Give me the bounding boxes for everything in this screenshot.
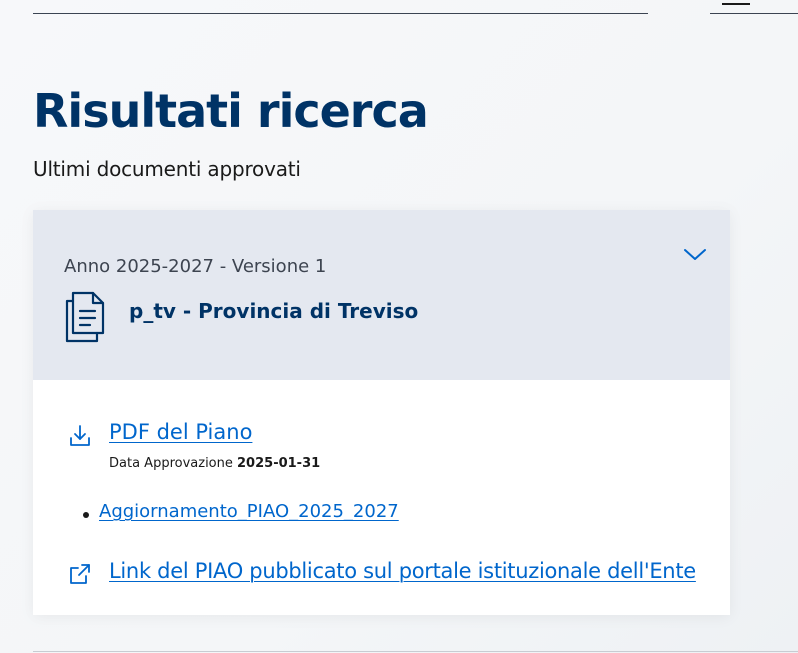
page-title: Risultati ricerca	[33, 84, 429, 138]
result-meta: Anno 2025-2027 - Versione 1	[64, 256, 327, 277]
top-divider-left	[33, 13, 648, 14]
approval-date: 2025-01-31	[237, 456, 321, 471]
attachment-link[interactable]: Aggiornamento_PIAO_2025_2027	[99, 501, 399, 522]
page-subtitle: Ultimi documenti approvati	[33, 157, 301, 181]
bottom-divider	[33, 651, 798, 652]
approval-info: Data Approvazione 2025-01-31	[109, 456, 320, 471]
result-card: Anno 2025-2027 - Versione 1 p_tv - Provi…	[33, 210, 730, 615]
chevron-down-icon[interactable]	[683, 246, 707, 262]
top-divider-right	[710, 13, 798, 14]
download-icon	[70, 425, 90, 446]
external-link[interactable]: Link del PIAO pubblicato sul portale ist…	[109, 559, 696, 583]
top-element-edge	[722, 0, 750, 5]
result-card-header[interactable]: Anno 2025-2027 - Versione 1 p_tv - Provi…	[33, 210, 730, 380]
list-bullet	[83, 512, 89, 518]
document-icon	[65, 291, 105, 343]
external-link-icon	[70, 564, 90, 584]
approval-label: Data Approvazione	[109, 456, 233, 471]
result-title: p_tv - Provincia di Treviso	[129, 299, 419, 323]
pdf-link[interactable]: PDF del Piano	[109, 420, 252, 444]
